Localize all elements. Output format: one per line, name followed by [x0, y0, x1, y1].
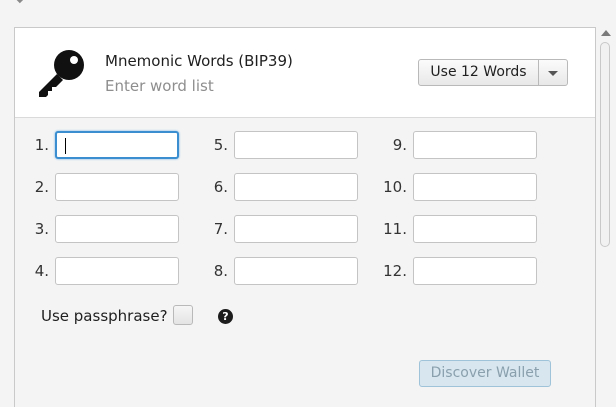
- discover-wallet-button[interactable]: Discover Wallet: [419, 360, 551, 387]
- scrollbar-thumb[interactable]: [600, 42, 610, 247]
- word-number: 1.: [34, 136, 49, 154]
- word-input-1[interactable]: [55, 131, 179, 159]
- word-input-2[interactable]: [55, 173, 179, 201]
- word-number: 3.: [34, 220, 49, 238]
- word-number: 2.: [34, 178, 49, 196]
- word-input-9[interactable]: [413, 131, 537, 159]
- word-number: 10.: [383, 178, 407, 196]
- word-number: 5.: [213, 136, 228, 154]
- text-cursor: [65, 138, 66, 154]
- word-number: 12.: [383, 262, 407, 280]
- word-input-4[interactable]: [55, 257, 179, 285]
- chevron-down-icon: [548, 71, 558, 76]
- word-grid: 1. 2. 3. 4. 5. 6. 7. 8. 9. 10. 11. 12.: [15, 118, 595, 318]
- panel-subtitle: Enter word list: [105, 77, 214, 95]
- word-input-5[interactable]: [234, 131, 358, 159]
- word-number: 6.: [213, 178, 228, 196]
- word-number: 8.: [213, 262, 228, 280]
- panel-title: Mnemonic Words (BIP39): [105, 52, 293, 70]
- word-number: 7.: [213, 220, 228, 238]
- word-input-8[interactable]: [234, 257, 358, 285]
- word-input-6[interactable]: [234, 173, 358, 201]
- word-number: 4.: [34, 262, 49, 280]
- panel-header: Mnemonic Words (BIP39) Enter word list U…: [15, 28, 595, 118]
- word-input-10[interactable]: [413, 173, 537, 201]
- word-input-11[interactable]: [413, 215, 537, 243]
- key-icon: [39, 50, 84, 97]
- question-circle-icon[interactable]: ?: [218, 309, 233, 324]
- mnemonic-panel: Mnemonic Words (BIP39) Enter word list U…: [14, 27, 596, 407]
- passphrase-checkbox[interactable]: [173, 305, 193, 325]
- word-input-7[interactable]: [234, 215, 358, 243]
- vertical-scrollbar[interactable]: [598, 27, 614, 406]
- word-count-button[interactable]: Use 12 Words: [419, 60, 538, 85]
- partial-icon: ◆: [16, 0, 24, 5]
- scroll-up-arrow-icon[interactable]: [601, 30, 611, 36]
- word-count-dropdown[interactable]: [538, 60, 567, 85]
- word-number: 11.: [383, 220, 407, 238]
- passphrase-label: Use passphrase?: [41, 307, 168, 325]
- word-number: 9.: [392, 136, 407, 154]
- word-input-12[interactable]: [413, 257, 537, 285]
- window-top-strip: ◆: [0, 0, 616, 14]
- word-input-3[interactable]: [55, 215, 179, 243]
- word-count-split-button[interactable]: Use 12 Words: [418, 59, 568, 86]
